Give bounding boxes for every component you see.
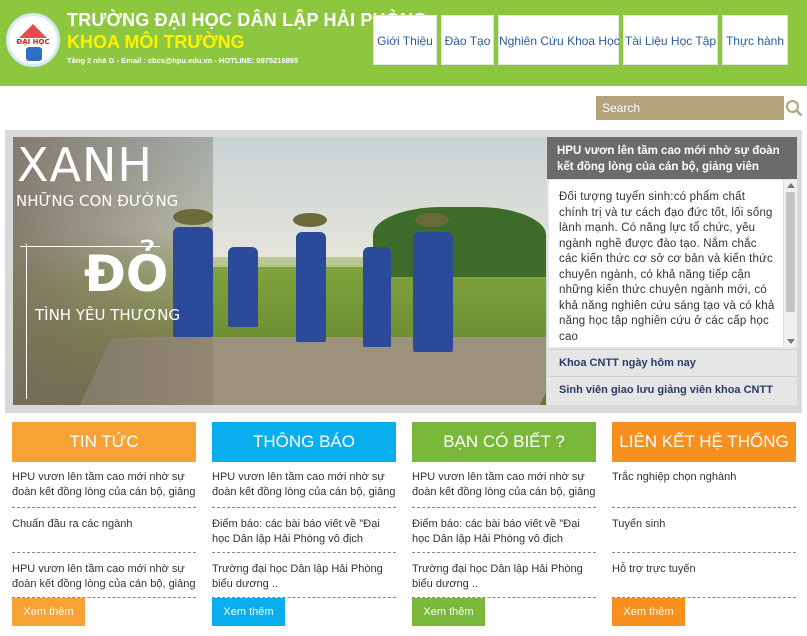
announcements-column: THÔNG BÁO HPU vươn lên tầm cao mới nhờ s…	[212, 422, 396, 598]
list-item[interactable]: HPU vươn lên tầm cao mới nhờ sự đoàn kết…	[12, 553, 196, 598]
list-item[interactable]: Tuyển sinh	[612, 508, 796, 553]
list-item-text[interactable]: Trường đại học Dân lập Hải Phòng biểu dư…	[412, 563, 583, 590]
list-item-text[interactable]: HPU vươn lên tầm cao mới nhờ sự đoàn kết…	[12, 563, 195, 590]
column-heading[interactable]: TIN TỨC	[12, 422, 196, 462]
search-button[interactable]	[784, 96, 804, 120]
logo-shield-icon	[26, 47, 42, 61]
logo-text: ĐẠI HỌC	[16, 38, 50, 46]
slide-subheading-2: TÌNH YÊU THƯƠNG	[35, 306, 181, 324]
list-item-text[interactable]: HPU vươn lên tầm cao mới nhờ sự đoàn kết…	[412, 471, 595, 498]
column-heading[interactable]: BẠN CÓ BIẾT ?	[412, 422, 596, 462]
list-item[interactable]: HPU vươn lên tầm cao mới nhờ sự đoàn kết…	[412, 466, 596, 508]
nav-dao-tao[interactable]: Đào Tạo	[441, 15, 494, 65]
list-item[interactable]: Hỗ trợ trực tuyến	[612, 553, 796, 598]
scroll-thumb[interactable]	[786, 192, 795, 312]
main-nav: Giới Thiệu Đào Tạo Nghiên Cứu Khoa Học T…	[373, 15, 788, 65]
news-column: TIN TỨC HPU vươn lên tầm cao mới nhờ sự …	[12, 422, 196, 598]
slide-hat	[173, 209, 213, 225]
see-more-button[interactable]: Xem thêm	[612, 598, 685, 626]
list-item-text[interactable]: Tuyển sinh	[612, 518, 665, 530]
list-item-text[interactable]: Hỗ trợ trực tuyến	[612, 563, 696, 575]
slide-heading-do: ĐỎ	[84, 245, 169, 303]
list-item[interactable]: HPU vươn lên tầm cao mới nhờ sự đoàn kết…	[12, 466, 196, 508]
see-more-button[interactable]: Xem thêm	[412, 598, 485, 626]
faculty-title: KHOA MÔI TRƯỜNG	[67, 32, 245, 52]
list-item-text[interactable]: Chuẩn đầu ra các ngành	[12, 518, 132, 530]
nav-gioi-thieu[interactable]: Giới Thiệu	[373, 15, 437, 65]
nav-thuc-hanh[interactable]: Thực hành	[722, 15, 788, 65]
side-scrollbar[interactable]	[783, 180, 797, 347]
column-heading[interactable]: LIÊN KẾT HỆ THỐNG	[612, 422, 796, 462]
see-more-button[interactable]: Xem thêm	[212, 598, 285, 626]
list-item[interactable]: Trường đại học Dân lập Hải Phòng biểu dư…	[212, 553, 396, 598]
side-body-text: Đối tượng tuyển sinh:có phẩm chất chính …	[549, 180, 783, 347]
list-item[interactable]: Trắc nghiệp chọn nghành	[612, 466, 796, 508]
nav-nghien-cuu[interactable]: Nghiên Cứu Khoa Học	[498, 15, 620, 65]
slide-person	[363, 247, 391, 347]
search-icon	[786, 100, 803, 117]
logo-roof-icon	[19, 24, 47, 38]
slide-hat	[293, 213, 327, 227]
slide-divider	[26, 244, 27, 399]
see-more-button[interactable]: Xem thêm	[12, 598, 85, 626]
list-item[interactable]: Trường đại học Dân lập Hải Phòng biểu dư…	[412, 553, 596, 598]
list-item[interactable]: Điểm báo: các bài báo viết về "Đại học D…	[212, 508, 396, 553]
list-item-text[interactable]: HPU vươn lên tầm cao mới nhờ sự đoàn kết…	[212, 471, 395, 498]
did-you-know-column: BẠN CÓ BIẾT ? HPU vươn lên tầm cao mới n…	[412, 422, 596, 598]
slide-trees	[373, 207, 546, 277]
slide-heading-xanh: XANH	[17, 138, 153, 192]
side-active-title[interactable]: HPU vươn lên tầm cao mới nhờ sự đoàn kết…	[547, 137, 797, 179]
list-item-text[interactable]: Trắc nghiệp chọn nghành	[612, 471, 736, 483]
list-item-text[interactable]: Điểm báo: các bài báo viết về "Đại học D…	[212, 518, 380, 545]
search-input[interactable]	[596, 96, 784, 120]
slide-person	[413, 232, 453, 352]
slide-subheading-1: NHỮNG CON ĐƯỜNG	[16, 192, 179, 210]
list-item-text[interactable]: Trường đại học Dân lập Hải Phòng biểu dư…	[212, 563, 383, 590]
list-item[interactable]: Chuẩn đầu ra các ngành	[12, 508, 196, 553]
university-logo[interactable]: ĐẠI HỌC	[6, 13, 60, 67]
slide-person	[296, 232, 326, 342]
slide-person	[228, 247, 258, 327]
list-item[interactable]: HPU vươn lên tầm cao mới nhờ sự đoàn kết…	[212, 466, 396, 508]
side-item[interactable]: Sinh viên giao lưu giảng viên khoa CNTT	[549, 376, 797, 402]
nav-tai-lieu[interactable]: Tài Liệu Học Tập	[623, 15, 718, 65]
system-links-column: LIÊN KẾT HỆ THỐNG Trắc nghiệp chọn nghàn…	[612, 422, 796, 598]
contact-info: Tầng 2 nhà G - Email : cbcs@hpu.edu.vn -…	[67, 56, 299, 65]
list-item-text[interactable]: HPU vươn lên tầm cao mới nhờ sự đoàn kết…	[12, 471, 195, 498]
list-item[interactable]: Điểm báo: các bài báo viết về "Đại học D…	[412, 508, 596, 553]
side-item[interactable]: Khoa CNTT ngày hôm nay	[549, 349, 797, 375]
scroll-down-icon[interactable]	[787, 339, 795, 344]
list-item-text[interactable]: Điểm báo: các bài báo viết về "Đại học D…	[412, 518, 580, 545]
slide-hat	[415, 213, 449, 227]
column-heading[interactable]: THÔNG BÁO	[212, 422, 396, 462]
scroll-up-icon[interactable]	[787, 183, 795, 188]
